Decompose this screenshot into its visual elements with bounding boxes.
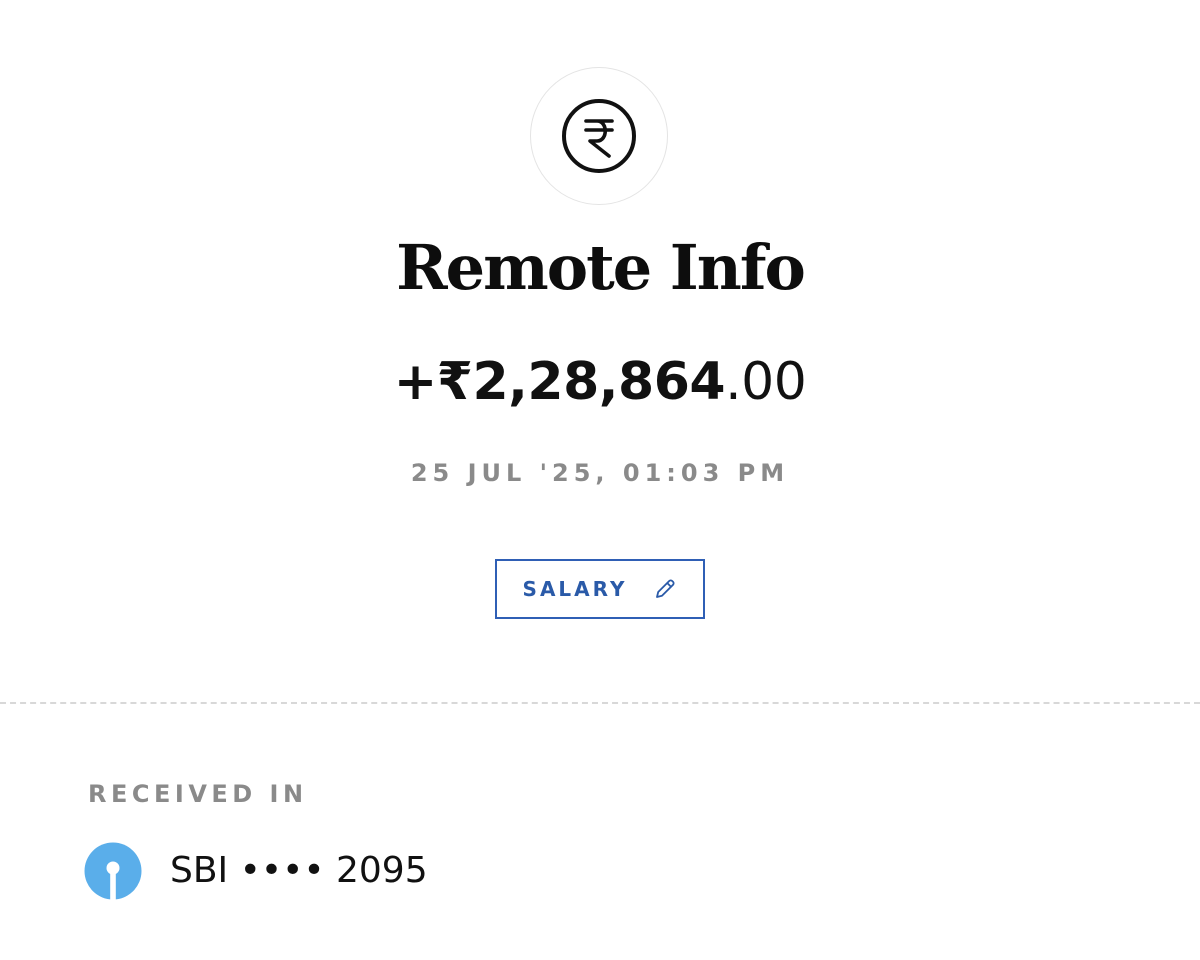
category-tag-label: SALARY [522, 577, 628, 601]
transaction-type-badge [530, 67, 668, 205]
account-row[interactable]: SBI •••• 2095 [84, 842, 428, 900]
received-in-label: RECEIVED IN [88, 780, 308, 808]
sbi-logo-icon [84, 842, 142, 900]
rupee-icon [561, 98, 637, 174]
transaction-amount: +₹2,28,864.00 [0, 350, 1200, 414]
page-title: Remote Info [396, 231, 806, 304]
pencil-icon [653, 577, 677, 601]
amount-main: +₹2,28,864 [393, 352, 726, 412]
account-name: SBI •••• 2095 [170, 850, 428, 891]
category-tag-button[interactable]: SALARY [495, 559, 705, 619]
section-divider [0, 702, 1200, 704]
amount-decimal: .00 [725, 352, 807, 412]
transaction-datetime: 25 JUL '25, 01:03 PM [410, 459, 790, 487]
